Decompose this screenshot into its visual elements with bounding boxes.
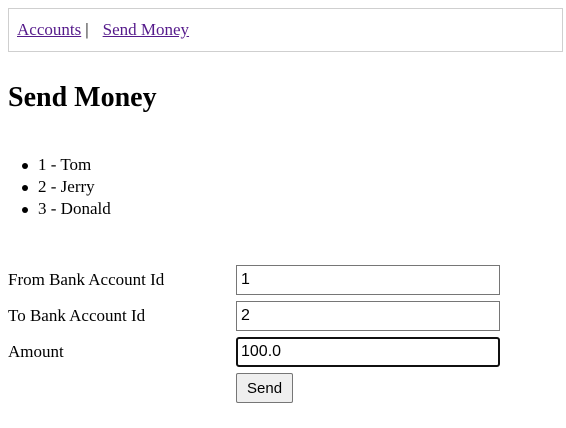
list-item: 2 - Jerry	[22, 176, 111, 198]
to-account-label: To Bank Account Id	[8, 306, 146, 325]
list-item: 1 - Tom	[22, 154, 111, 176]
amount-row: Amount	[8, 334, 500, 370]
nav-link-send-money[interactable]: Send Money	[103, 20, 189, 40]
amount-label: Amount	[8, 342, 64, 361]
to-account-input[interactable]	[236, 301, 500, 331]
nav-separator: |	[85, 20, 89, 39]
nav-bar: Accounts | Send Money	[8, 8, 563, 52]
from-account-input[interactable]	[236, 265, 500, 295]
to-account-row: To Bank Account Id	[8, 298, 500, 334]
page-title: Send Money	[8, 82, 157, 113]
account-list: 1 - Tom 2 - Jerry 3 - Donald	[8, 154, 111, 220]
from-account-label: From Bank Account Id	[8, 270, 165, 289]
send-button[interactable]: Send	[236, 373, 294, 403]
from-account-row: From Bank Account Id	[8, 262, 500, 298]
amount-input[interactable]	[236, 337, 500, 367]
list-item: 3 - Donald	[22, 199, 111, 218]
nav-link-accounts[interactable]: Accounts	[17, 20, 81, 40]
send-money-form: From Bank Account Id To Bank Account Id …	[8, 262, 500, 403]
